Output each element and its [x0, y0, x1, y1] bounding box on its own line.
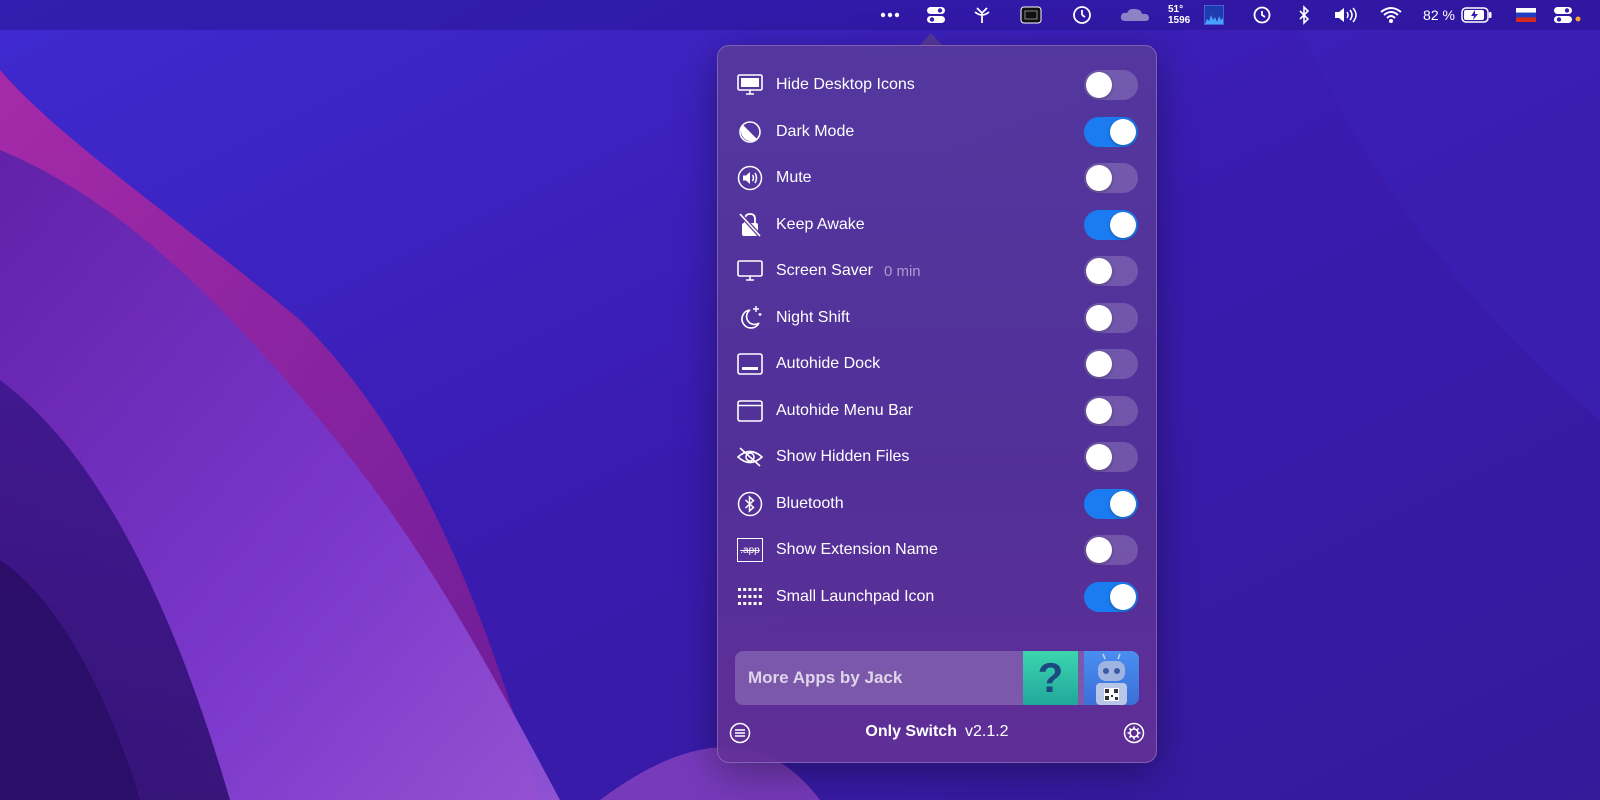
switch-row-autohide-menu-bar: Autohide Menu Bar [736, 388, 1138, 434]
toggle-keep-awake[interactable] [1084, 209, 1138, 240]
toggle-knob [1110, 118, 1136, 145]
toggle-autohide-dock[interactable] [1084, 349, 1138, 379]
volume-icon[interactable] [1332, 0, 1360, 30]
launchpad-grid-icon [736, 583, 764, 611]
toggle-small-launchpad-icon[interactable] [1084, 581, 1138, 612]
toggle-knob [1110, 490, 1136, 517]
help-app-tile[interactable]: ? [1023, 651, 1078, 705]
switch-sublabel: 0 min [883, 262, 921, 280]
only-switch-popover: Hide Desktop Icons Dark Mode Mute Keep Awak… [717, 45, 1157, 763]
lock-slash-icon [736, 211, 764, 239]
switch-row-bluetooth: Bluetooth [736, 481, 1138, 527]
extension-text: .app [737, 538, 763, 562]
switch-label: Small Launchpad Icon [776, 587, 935, 605]
toggle-switches-icon[interactable] [922, 0, 950, 30]
menu-bar-icon [736, 397, 764, 425]
switch-row-dark-mode: Dark Mode [736, 109, 1138, 155]
toggle-knob [1110, 211, 1136, 238]
menu-bar: 51° 1596 82 % [0, 0, 1600, 30]
cpu-temperature[interactable]: 51° 1596 [1168, 0, 1200, 30]
dock-icon [736, 350, 764, 378]
toggle-night-shift[interactable] [1084, 302, 1138, 333]
switch-label: Bluetooth [776, 494, 844, 512]
activity-graph-icon[interactable] [1202, 0, 1226, 30]
toggle-knob [1086, 537, 1112, 563]
switch-row-hide-desktop-icons: Hide Desktop Icons [736, 62, 1138, 108]
toggle-show-extension-name[interactable] [1084, 535, 1138, 565]
switch-label: Night Shift [776, 308, 850, 326]
switch-row-keep-awake: Keep Awake [736, 202, 1138, 248]
battery-icon[interactable] [1460, 0, 1494, 30]
toggle-autohide-menu-bar[interactable] [1084, 395, 1138, 426]
robot-icon [1096, 653, 1127, 705]
toggle-knob [1086, 351, 1112, 377]
bluetooth-icon[interactable] [1294, 0, 1314, 30]
app-name: Only Switch [865, 723, 957, 740]
toggle-knob [1110, 583, 1136, 610]
more-icon[interactable] [876, 0, 904, 30]
switch-label: Autohide Menu Bar [776, 401, 913, 419]
moon-stars-icon [736, 304, 764, 332]
toggle-knob [1086, 397, 1112, 424]
time-machine-icon[interactable] [1250, 0, 1274, 30]
switch-row-screen-saver: Screen Saver 0 min [736, 248, 1138, 294]
switch-label: Screen Saver [776, 262, 873, 279]
speaker-icon [736, 164, 764, 192]
russian-flag-icon[interactable] [1514, 0, 1538, 30]
more-apps-banner[interactable]: More Apps by Jack ? [735, 651, 1139, 705]
toggle-knob [1086, 444, 1112, 470]
question-mark-glyph: ? [1037, 654, 1064, 701]
fan-rpm-value: 1596 [1168, 15, 1191, 26]
toggle-knob [1086, 72, 1112, 98]
cloud-icon[interactable] [1118, 0, 1152, 30]
monitor-icon [736, 71, 764, 99]
app-extension-icon: .app [736, 536, 764, 564]
switch-label: Autohide Dock [776, 355, 881, 372]
toggle-knob [1086, 165, 1112, 191]
battery-percent[interactable]: 82 % [1420, 0, 1458, 30]
toggle-knob [1086, 304, 1112, 331]
switch-label: Show Extension Name [776, 541, 938, 558]
switch-row-small-launchpad-icon: Small Launchpad Icon [736, 574, 1138, 620]
antenna-icon[interactable] [970, 0, 994, 30]
robot-app-tile[interactable] [1084, 651, 1139, 705]
bluetooth-icon [736, 490, 764, 518]
eye-slash-icon [736, 443, 764, 471]
toggle-screen-saver[interactable] [1084, 256, 1138, 286]
switch-label: Dark Mode [776, 122, 855, 140]
toggle-mute[interactable] [1084, 163, 1138, 193]
switch-label: Mute [776, 169, 812, 186]
toggle-dark-mode[interactable] [1084, 116, 1138, 147]
toggle-show-hidden-files[interactable] [1084, 442, 1138, 472]
switch-row-show-hidden-files: Show Hidden Files [736, 434, 1138, 480]
switch-label: Show Hidden Files [776, 448, 910, 465]
toggle-knob [1086, 258, 1112, 284]
temperature-value: 51° [1168, 4, 1184, 15]
dark-mode-icon [736, 118, 764, 146]
switch-label: Keep Awake [776, 215, 865, 233]
switch-row-mute: Mute [736, 155, 1138, 201]
switch-label: Hide Desktop Icons [776, 76, 915, 93]
more-apps-label: More Apps by Jack [748, 668, 903, 687]
grid-box-icon[interactable] [1018, 0, 1044, 30]
timer-icon[interactable] [1070, 0, 1094, 30]
app-version: v2.1.2 [964, 723, 1009, 740]
settings-gear-icon[interactable] [1123, 722, 1145, 749]
app-title: Only Switch v2.1.2 [718, 723, 1156, 741]
popover-footer: Only Switch v2.1.2 [718, 718, 1156, 748]
switch-row-night-shift: Night Shift [736, 295, 1138, 341]
toggle-bluetooth[interactable] [1084, 488, 1138, 519]
switch-row-autohide-dock: Autohide Dock [736, 341, 1138, 387]
toggle-hide-desktop-icons[interactable] [1084, 70, 1138, 100]
control-center-icon[interactable] [1552, 0, 1582, 30]
display-icon [736, 257, 764, 285]
wifi-icon[interactable] [1378, 0, 1404, 30]
switch-row-show-extension-name: .app Show Extension Name [736, 527, 1138, 573]
